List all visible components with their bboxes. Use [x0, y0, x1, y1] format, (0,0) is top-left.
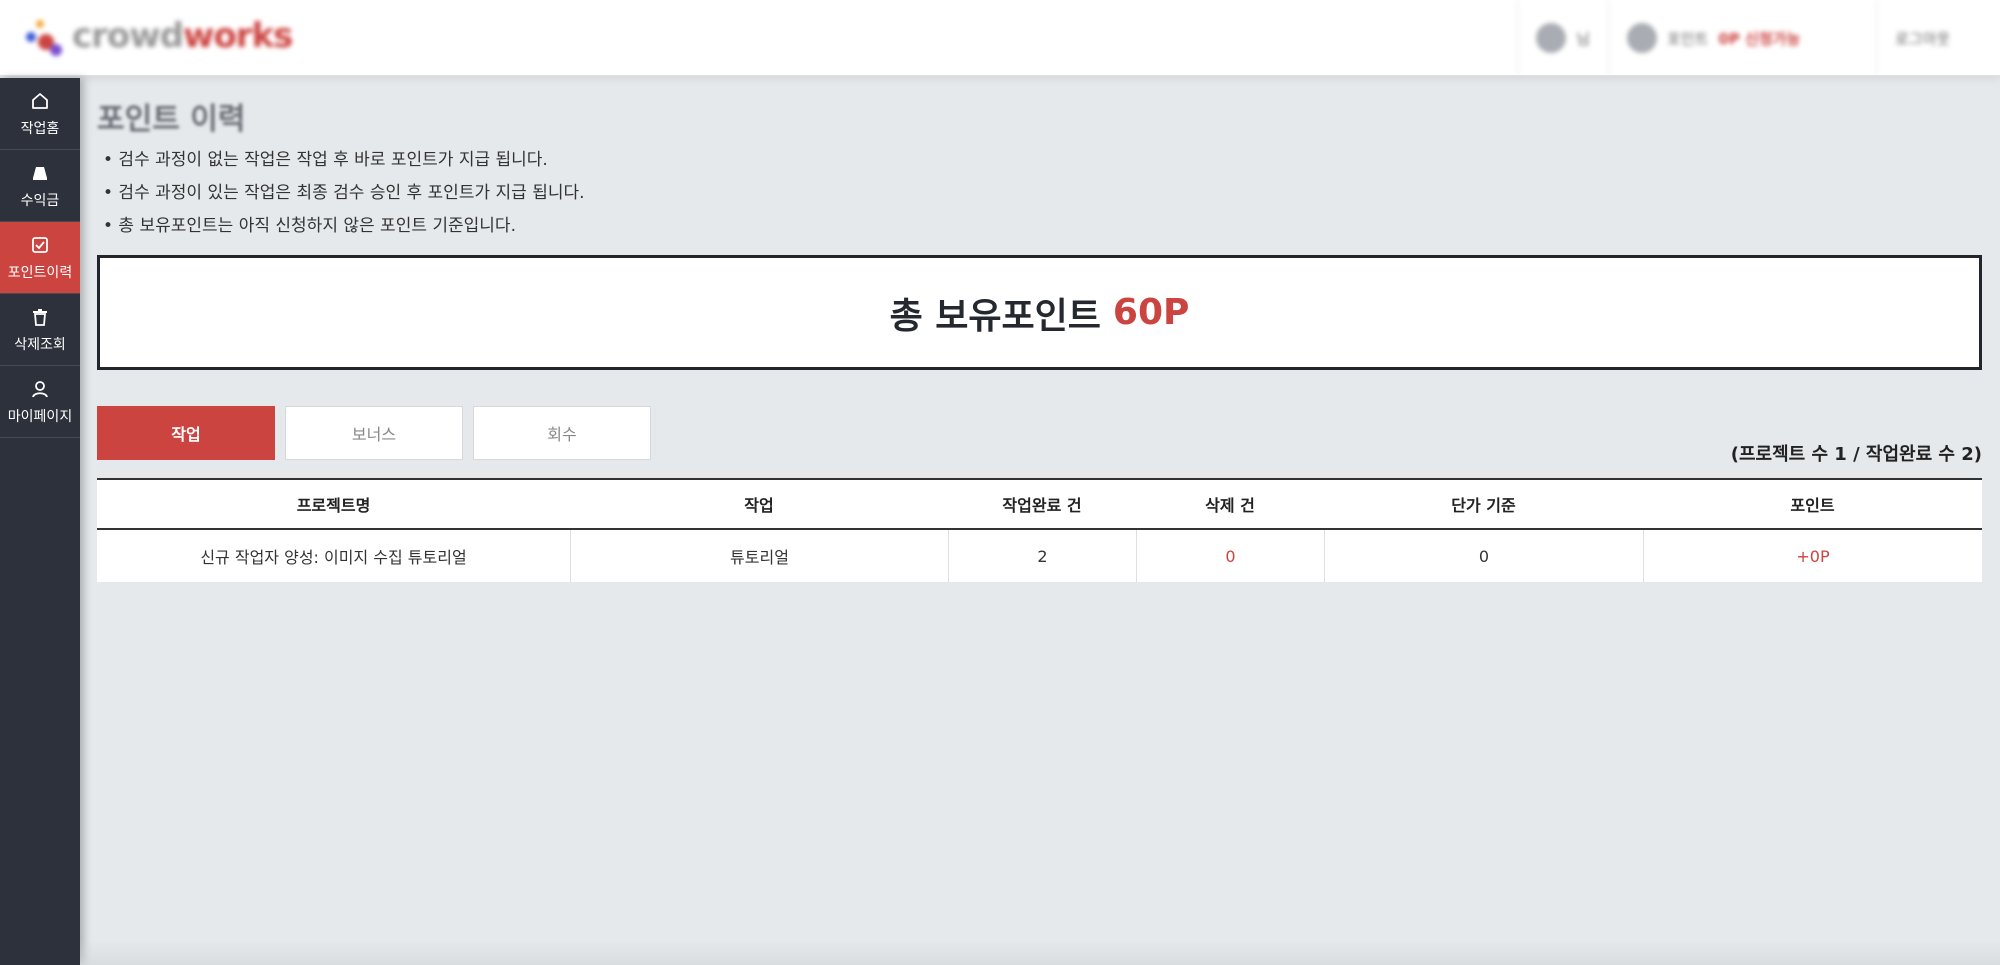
points-table: 프로젝트명 작업 작업완료 건 삭제 건 단가 기준 포인트 신규 작업자 양성…: [97, 478, 1982, 582]
cell-deleted-count: 0: [1136, 530, 1324, 582]
logo-icon: [22, 14, 66, 58]
logout-label: 로그아웃: [1895, 29, 1951, 48]
avatar: [1536, 23, 1567, 53]
logo-text: crowdworks: [72, 16, 293, 56]
tab-recovery[interactable]: 회수: [473, 406, 651, 460]
logo-text-part-2: works: [183, 16, 293, 56]
table-row[interactable]: 신규 작업자 양성: 이미지 수집 튜토리얼 튜토리얼 2 0 0 +0P: [97, 530, 1982, 582]
logout-button[interactable]: 로그아웃: [1876, 0, 2000, 76]
total-points-value: 60P: [1112, 292, 1190, 333]
tab-work[interactable]: 작업: [97, 406, 275, 460]
total-points-label: 총 보유포인트: [889, 295, 1101, 337]
points-icon: [1627, 23, 1657, 53]
project-summary: (프로젝트 수 1 / 작업완료 수 2): [1730, 444, 1982, 465]
trash-icon: [29, 306, 51, 328]
column-header-points: 포인트: [1790, 496, 1835, 515]
sidebar-item-label: 삭제조회: [14, 336, 66, 353]
cell-points: +0P: [1643, 530, 1982, 582]
cell-completed-count: 2: [948, 530, 1136, 582]
column-header-project: 프로젝트명: [296, 496, 371, 515]
header-user-label: 님: [1576, 29, 1590, 48]
notice-item: • 검수 과정이 없는 작업은 작업 후 바로 포인트가 지급 됩니다.: [103, 150, 548, 170]
table-header: 프로젝트명 작업 작업완료 건 삭제 건 단가 기준 포인트: [97, 480, 1982, 530]
coin-stack-icon: [29, 162, 51, 184]
sidebar-item-label: 작업홈: [20, 120, 60, 137]
sidebar-item-deleted[interactable]: 삭제조회: [0, 294, 80, 366]
column-header-deleted: 삭제 건: [1205, 496, 1255, 515]
notice-list: • 검수 과정이 없는 작업은 작업 후 바로 포인트가 지급 됩니다. • 검…: [103, 144, 585, 243]
header-right: 님 포인트 0P 신청가능 로그아웃: [1517, 0, 2000, 76]
user-icon: [29, 378, 51, 400]
sidebar: 작업홈 수익금 포인트이력 삭제조회 마이페이지: [0, 78, 80, 965]
header-points-label: 포인트: [1667, 29, 1709, 48]
header-user[interactable]: 님: [1517, 0, 1608, 76]
page-title: 포인트 이력: [97, 102, 246, 137]
column-header-task: 작업: [744, 496, 774, 515]
column-header-unit-price: 단가 기준: [1451, 496, 1516, 515]
sidebar-item-point-history[interactable]: 포인트이력: [0, 222, 80, 294]
header-points[interactable]: 포인트 0P 신청가능: [1608, 0, 1876, 76]
sidebar-item-mypage[interactable]: 마이페이지: [0, 366, 80, 438]
sidebar-item-earnings[interactable]: 수익금: [0, 150, 80, 222]
header-points-badge: 0P 신청가능: [1718, 29, 1801, 48]
home-icon: [29, 90, 51, 112]
sidebar-item-label: 수익금: [20, 192, 60, 209]
tab-bonus[interactable]: 보너스: [285, 406, 463, 460]
cell-unit-price: 0: [1324, 530, 1643, 582]
sidebar-item-home[interactable]: 작업홈: [0, 78, 80, 150]
sidebar-item-label: 포인트이력: [7, 264, 73, 281]
logo-text-part-1: crowd: [72, 16, 184, 56]
bottom-fade: [80, 940, 2000, 965]
cell-task: 튜토리얼: [570, 530, 948, 582]
notice-item: • 총 보유포인트는 아직 신청하지 않은 포인트 기준입니다.: [103, 216, 516, 236]
tab-bar: 작업 보너스 회수: [97, 406, 651, 460]
cell-project-name: 신규 작업자 양성: 이미지 수집 튜토리얼: [200, 548, 467, 567]
history-check-icon: [29, 234, 51, 256]
column-header-completed: 작업완료 건: [1002, 496, 1082, 515]
top-header: crowdworks 님 포인트 0P 신청가능 로그아웃: [0, 0, 2000, 76]
total-points-box: 총 보유포인트 60P: [97, 255, 1982, 370]
sidebar-item-label: 마이페이지: [7, 408, 73, 425]
logo[interactable]: crowdworks: [22, 14, 293, 58]
notice-item: • 검수 과정이 있는 작업은 최종 검수 승인 후 포인트가 지급 됩니다.: [103, 183, 585, 203]
